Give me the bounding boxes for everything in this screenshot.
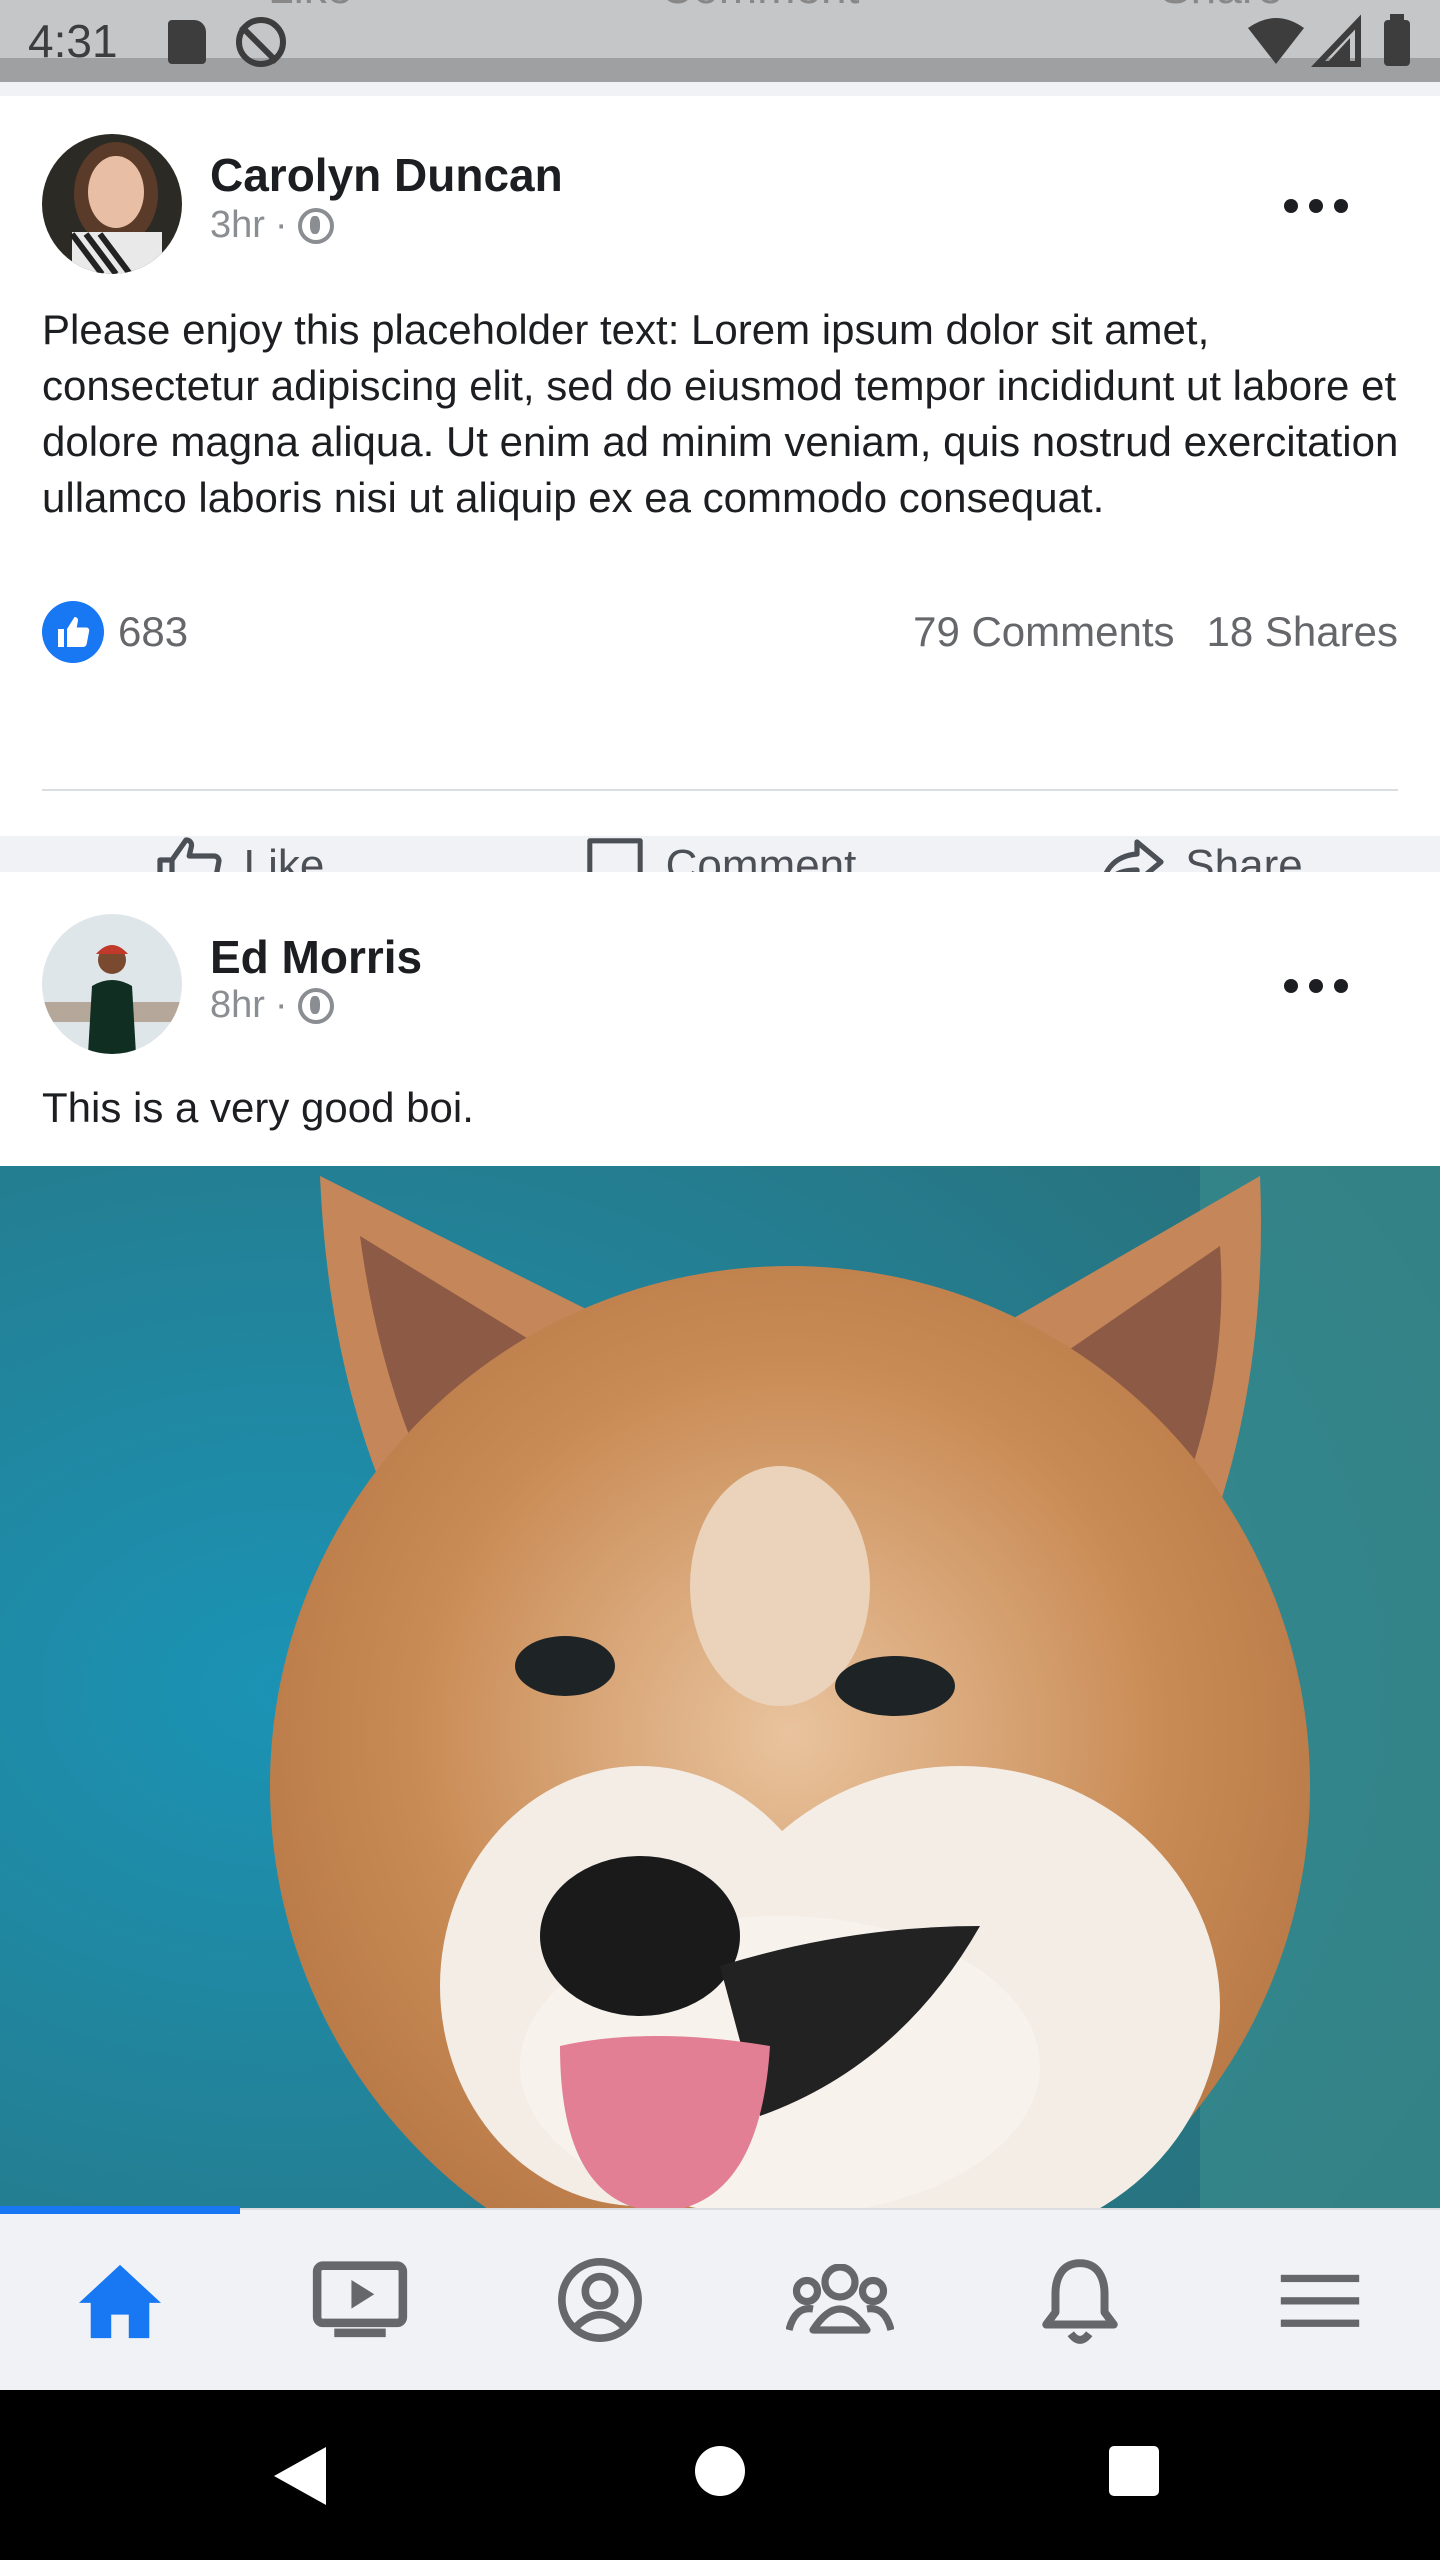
author-name[interactable]: Ed Morris [210, 930, 422, 984]
post-meta: 3hr · [210, 204, 334, 247]
author-name[interactable]: Carolyn Duncan [210, 148, 563, 202]
menu-icon [1280, 2274, 1360, 2327]
post-time: 8hr [210, 984, 265, 1026]
dot-icon [1284, 979, 1298, 993]
back-icon[interactable] [270, 2445, 330, 2507]
post-meta: 8hr · [210, 984, 334, 1027]
sd-card-icon [168, 20, 206, 64]
dot-icon [1284, 199, 1298, 213]
recents-icon[interactable] [1108, 2445, 1160, 2497]
tab-notifications[interactable] [960, 2250, 1200, 2350]
ghost-like-label: Like [268, 0, 352, 14]
post-time: 3hr [210, 204, 265, 246]
share-count[interactable]: 18 Shares [1207, 608, 1398, 656]
meta-separator: · [274, 984, 288, 1026]
tab-groups[interactable] [720, 2250, 960, 2350]
wifi-signal-battery-icons [1248, 14, 1410, 67]
comment-count[interactable]: 79 Comments [913, 608, 1174, 656]
post-photo[interactable] [0, 1166, 1440, 2212]
system-nav-bar [0, 2390, 1440, 2560]
reactions-row: 683 79 Comments 18 Shares [42, 600, 1398, 664]
bottom-nav [0, 2206, 1440, 2390]
dot-icon [1309, 979, 1323, 993]
bell-icon [1042, 2259, 1118, 2344]
active-tab-indicator [0, 2206, 240, 2214]
post-text: Please enjoy this placeholder text: Lore… [42, 306, 1399, 521]
dot-icon [1334, 199, 1348, 213]
more-options-button[interactable] [1284, 196, 1348, 216]
divider [42, 789, 1398, 791]
dot-icon [1334, 979, 1348, 993]
avatar[interactable] [42, 914, 182, 1054]
do-not-disturb-icon [236, 17, 286, 67]
home-circle-icon[interactable] [694, 2445, 746, 2497]
tab-profile[interactable] [480, 2250, 720, 2350]
tab-video[interactable] [240, 2250, 480, 2350]
status-bar: Like Comment Share 4:31 [0, 0, 1440, 82]
status-time: 4:31 [28, 15, 118, 67]
scrolled-action-bar: Like Comment Share [0, 0, 1440, 24]
home-icon [79, 2264, 161, 2339]
post-card: Ed Morris 8hr · This is a very good boi. [0, 872, 1440, 2212]
tab-menu[interactable] [1200, 2250, 1440, 2350]
status-icons [1246, 14, 1416, 70]
globe-icon [297, 987, 334, 1024]
meta-separator: · [274, 204, 288, 246]
post-card: Carolyn Duncan 3hr · Please enjoy this p… [0, 96, 1440, 897]
post-text: This is a very good boi. [42, 1084, 474, 1131]
status-bar-shadow [0, 58, 1440, 82]
profile-icon [558, 2258, 642, 2342]
ghost-share-label: Share [1160, 0, 1283, 14]
video-icon [312, 2261, 408, 2338]
groups-icon [786, 2264, 894, 2334]
like-reaction-icon[interactable] [42, 601, 104, 663]
avatar[interactable] [42, 134, 182, 274]
dog-photo [0, 1166, 1440, 2212]
globe-icon [297, 207, 334, 244]
dot-icon [1309, 199, 1323, 213]
more-options-button[interactable] [1284, 976, 1348, 996]
like-count[interactable]: 683 [118, 608, 188, 656]
tab-home[interactable] [0, 2250, 240, 2350]
ghost-comment-label: Comment [660, 0, 859, 14]
